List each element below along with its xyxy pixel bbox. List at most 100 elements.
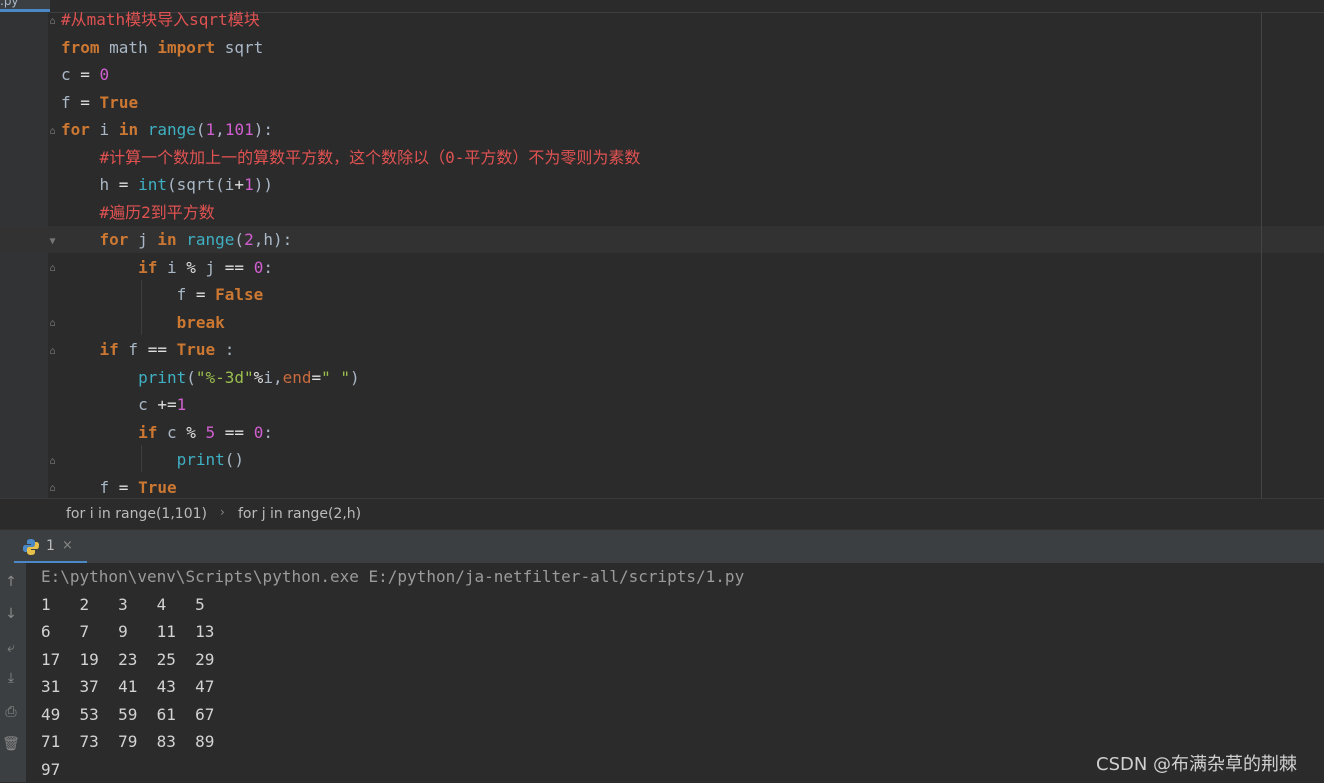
breadcrumb: for i in range(1,101) › for j in range(2… bbox=[0, 498, 1324, 530]
code-token: == bbox=[147, 340, 167, 359]
code-token: f bbox=[118, 340, 148, 359]
code-token: False bbox=[215, 285, 264, 304]
code-line[interactable]: print() bbox=[61, 446, 244, 473]
code-line[interactable]: for j in range(2,h): bbox=[61, 226, 293, 253]
code-token: ( bbox=[234, 230, 245, 249]
fold-marker-icon[interactable]: ⌂ bbox=[47, 456, 58, 467]
right-margin-guide bbox=[1261, 12, 1262, 498]
code-token: print bbox=[138, 367, 187, 387]
code-token: )) bbox=[253, 175, 273, 194]
code-token: , bbox=[215, 120, 225, 139]
code-token: if bbox=[138, 257, 158, 277]
code-token: 0 bbox=[99, 65, 110, 84]
down-arrow-icon[interactable]: ↓ bbox=[0, 603, 22, 625]
breadcrumb-item-inner-for[interactable]: for j in range(2,h) bbox=[238, 506, 361, 522]
code-line[interactable]: if f == True : bbox=[61, 336, 235, 363]
code-token: j bbox=[128, 230, 158, 249]
code-line[interactable]: from math import sqrt bbox=[61, 34, 263, 61]
breadcrumb-item-outer-for[interactable]: for i in range(1,101) bbox=[66, 506, 207, 522]
console-output-line: 1 2 3 4 5 bbox=[41, 594, 205, 614]
code-line[interactable]: h = int(sqrt(i+1)) bbox=[61, 171, 273, 198]
code-token: import bbox=[157, 37, 216, 57]
close-icon[interactable]: × bbox=[62, 538, 73, 553]
editor-tab-label: .py bbox=[0, 0, 19, 8]
code-line[interactable]: #从math模块导入sqrt模块 bbox=[61, 6, 260, 33]
code-line[interactable]: f = True bbox=[61, 89, 138, 116]
code-token: 0 bbox=[253, 422, 264, 442]
code-token: = bbox=[195, 285, 206, 304]
code-token: range bbox=[186, 230, 235, 249]
print-icon[interactable]: ⎙ bbox=[0, 701, 22, 723]
python-icon bbox=[23, 539, 39, 555]
code-line[interactable]: #遍历2到平方数 bbox=[61, 199, 215, 226]
code-line[interactable]: c +=1 bbox=[61, 391, 186, 418]
code-token: ( bbox=[186, 367, 196, 387]
scroll-to-end-icon[interactable]: ⤓ bbox=[0, 667, 22, 689]
code-token: += bbox=[157, 395, 177, 414]
run-tool-window-header: 1 × bbox=[0, 529, 1324, 564]
code-line[interactable]: f = False bbox=[61, 281, 264, 308]
code-token: = bbox=[118, 175, 129, 194]
code-token: f bbox=[61, 477, 119, 497]
fold-marker-icon[interactable]: ▼ bbox=[47, 236, 58, 247]
code-token: 1 bbox=[244, 175, 254, 194]
code-token: if bbox=[99, 340, 119, 359]
code-token: c bbox=[61, 65, 81, 84]
fold-marker-icon[interactable]: ⌂ bbox=[47, 263, 58, 274]
code-line[interactable]: print("%-3d"%i,end=" ") bbox=[61, 364, 360, 391]
code-line[interactable]: f = True bbox=[61, 474, 177, 499]
code-token: % bbox=[186, 422, 196, 442]
code-token: c bbox=[61, 395, 158, 414]
code-token: " " bbox=[321, 367, 351, 387]
code-token: True bbox=[138, 477, 177, 497]
fold-marker-icon[interactable]: ⌂ bbox=[47, 483, 58, 494]
code-token: j bbox=[195, 257, 225, 277]
fold-marker-icon[interactable]: ⌂ bbox=[47, 318, 58, 329]
code-token: int bbox=[138, 175, 167, 194]
code-token: 1 bbox=[205, 120, 216, 139]
code-line[interactable]: for i in range(1,101): bbox=[61, 116, 273, 143]
soft-wrap-icon[interactable]: ⤶ bbox=[0, 637, 22, 659]
run-side-toolbar: ↑ ↓ ⤶ ⤓ ⎙ 🗑 bbox=[0, 563, 26, 782]
code-editor[interactable]: .py #从math模块导入sqrt模块 from math import sqr… bbox=[0, 0, 1324, 498]
fold-marker-icon[interactable]: ⌂ bbox=[47, 126, 58, 137]
console-command-line: E:\python\venv\Scripts\python.exe E:/pyt… bbox=[41, 567, 745, 586]
up-arrow-icon[interactable]: ↑ bbox=[0, 571, 22, 593]
code-token: f bbox=[61, 92, 81, 112]
code-token: % bbox=[186, 257, 196, 277]
fold-marker-icon[interactable]: ⌂ bbox=[47, 346, 58, 357]
code-line[interactable]: break bbox=[61, 309, 225, 336]
code-token: ( bbox=[195, 120, 206, 139]
trash-icon[interactable]: 🗑 bbox=[0, 733, 22, 755]
code-token: sqrt bbox=[215, 37, 264, 57]
console-output-line: 49 53 59 61 67 bbox=[41, 704, 215, 724]
code-token: () bbox=[224, 450, 245, 469]
code-line[interactable]: #计算一个数加上一的算数平方数，这个数除以（0-平方数）不为零则为素数 bbox=[61, 144, 641, 171]
code-token: print bbox=[176, 450, 225, 469]
code-line[interactable]: if c % 5 == 0: bbox=[61, 419, 273, 446]
code-line[interactable]: c = 0 bbox=[61, 61, 109, 88]
code-token: in bbox=[157, 230, 177, 249]
fold-marker-icon[interactable]: ⌂ bbox=[47, 16, 58, 27]
code-line[interactable]: if i % j == 0: bbox=[61, 254, 273, 281]
code-token: = bbox=[311, 367, 322, 387]
code-token: break bbox=[176, 312, 225, 332]
code-token: range bbox=[147, 120, 196, 139]
code-token: i bbox=[157, 257, 187, 277]
code-token: "%-3d" bbox=[195, 367, 254, 387]
code-token: 1 bbox=[176, 395, 187, 414]
code-token: 0 bbox=[253, 257, 264, 277]
code-token: + bbox=[234, 175, 245, 194]
code-token: in bbox=[118, 120, 139, 139]
